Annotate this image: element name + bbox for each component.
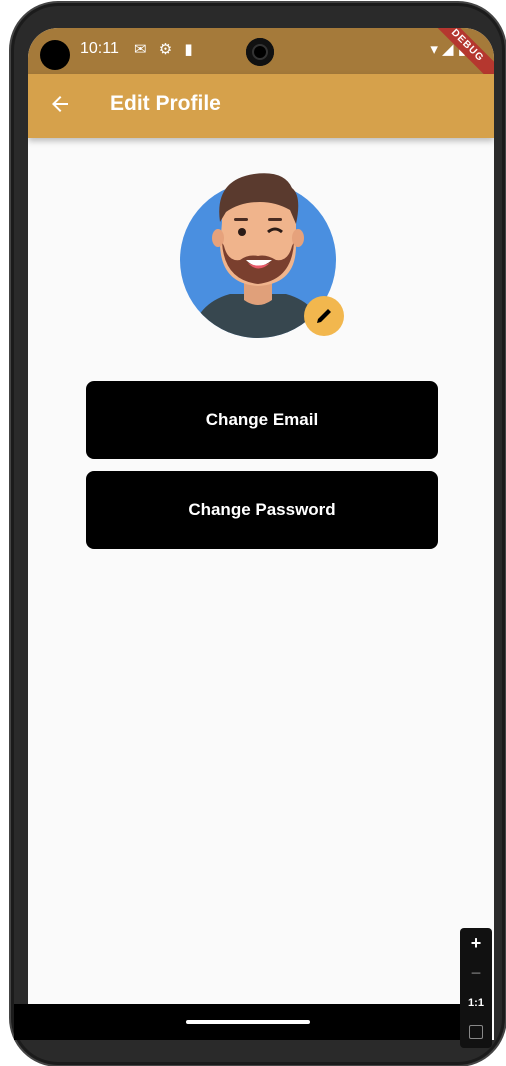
home-indicator[interactable]	[186, 1020, 310, 1024]
back-button[interactable]	[48, 92, 76, 120]
sd-card-icon: ▮	[184, 41, 197, 58]
signal-icon: ◢	[442, 41, 454, 58]
arrow-back-icon	[52, 96, 68, 112]
emulator-zoom-controls: + − 1:1	[460, 928, 492, 1048]
app-screen: 10:11 ✉ ⚙ ▮ ▾ ◢ ▮ DEBUG Edit Profile	[28, 28, 494, 1040]
pencil-icon	[317, 309, 331, 323]
mail-icon: ✉	[134, 41, 151, 58]
app-bar: Edit Profile	[28, 74, 494, 138]
camera-cutout-icon	[40, 40, 70, 70]
zoom-actual-size-button[interactable]: 1:1	[460, 990, 492, 1016]
profile-avatar	[180, 162, 352, 342]
status-bar: 10:11 ✉ ⚙ ▮ ▾ ◢ ▮ DEBUG	[28, 28, 494, 91]
zoom-fit-screen-button[interactable]	[460, 1018, 492, 1044]
wifi-icon: ▾	[430, 41, 438, 58]
edit-avatar-button[interactable]	[304, 296, 344, 336]
zoom-in-button[interactable]: +	[460, 930, 492, 956]
fit-screen-icon	[469, 1025, 483, 1040]
change-email-button[interactable]: Change Email	[86, 381, 438, 459]
status-time: 10:11	[80, 40, 119, 57]
page-title: Edit Profile	[110, 92, 221, 115]
settings-icon: ⚙	[158, 41, 177, 58]
change-password-button[interactable]: Change Password	[86, 471, 438, 549]
front-camera-icon	[246, 38, 274, 66]
device-frame: 10:11 ✉ ⚙ ▮ ▾ ◢ ▮ DEBUG Edit Profile	[14, 6, 502, 1062]
notification-icons: ✉ ⚙ ▮	[134, 40, 197, 58]
navigation-bar	[14, 1004, 480, 1040]
zoom-out-button[interactable]: −	[460, 960, 492, 986]
